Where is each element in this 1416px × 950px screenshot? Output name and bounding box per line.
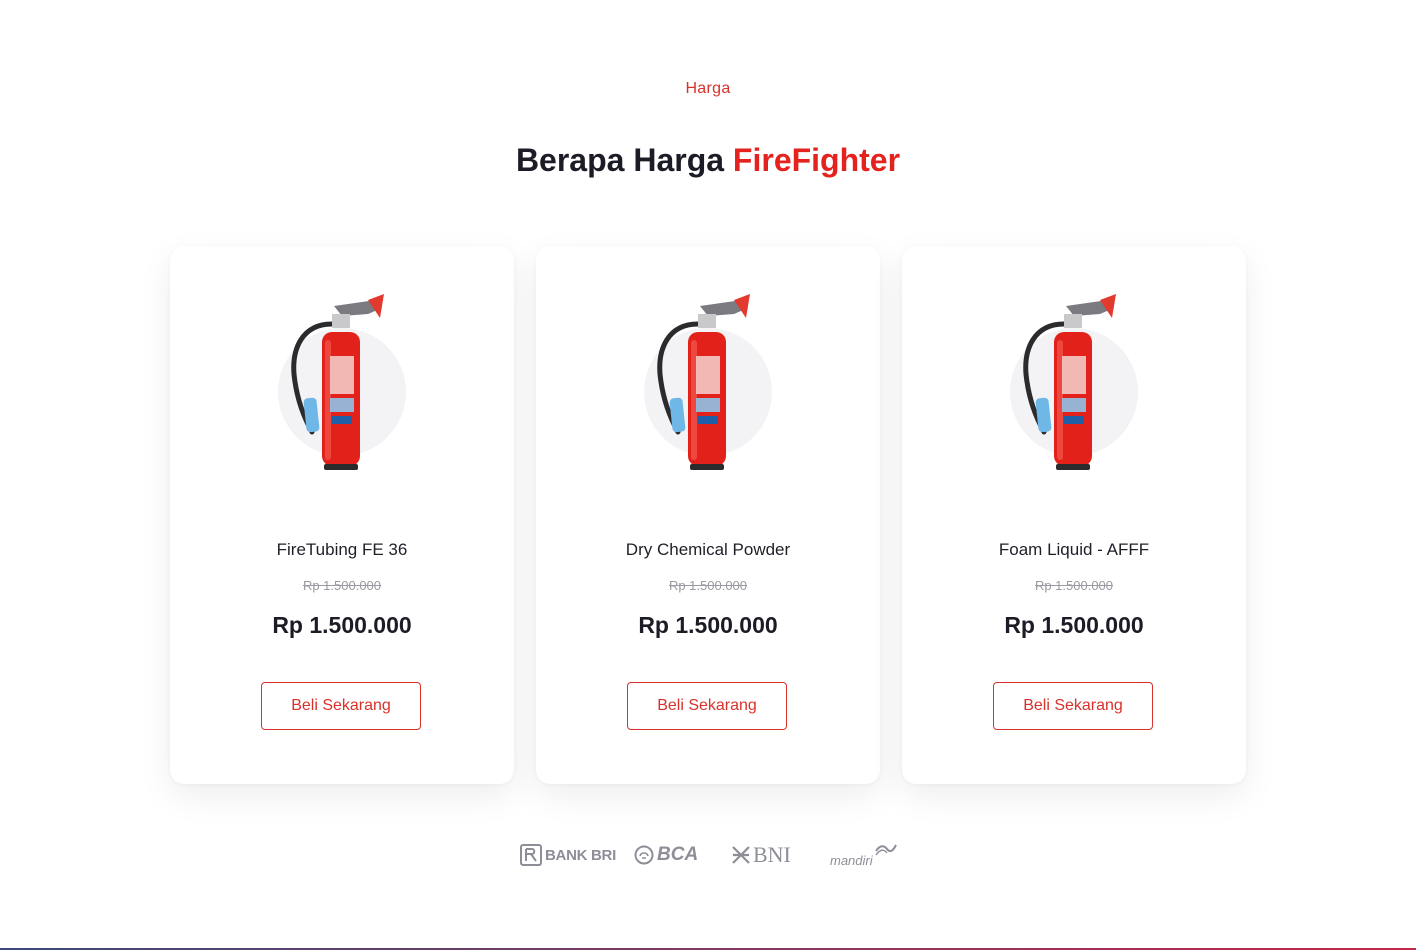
product-price: Rp 1.500.000 xyxy=(272,612,412,638)
product-cards: FireTubing FE 36 Rp 1.500.000 Rp 1.500.0… xyxy=(170,246,1246,784)
buy-now-button[interactable]: Beli Sekarang xyxy=(261,682,421,730)
section-title: Berapa Harga FireFighter xyxy=(0,142,1416,179)
bank-bca: BCA xyxy=(634,838,698,872)
bca-logo-icon xyxy=(634,845,654,865)
product-card: FireTubing FE 36 Rp 1.500.000 Rp 1.500.0… xyxy=(170,246,514,784)
buy-now-button[interactable]: Beli Sekarang xyxy=(627,682,787,730)
buy-now-button[interactable]: Beli Sekarang xyxy=(993,682,1153,730)
product-price: Rp 1.500.000 xyxy=(638,612,778,638)
bank-mandiri: mandiri xyxy=(830,838,897,872)
fire-extinguisher-icon xyxy=(1010,294,1138,470)
fire-extinguisher-icon xyxy=(644,294,772,470)
payment-methods: BANK BRI BCA BNI mandiri xyxy=(0,838,1416,872)
bank-mandiri-label: mandiri xyxy=(830,852,873,868)
section-eyebrow: Harga xyxy=(685,80,731,97)
product-old-price: Rp 1.500.000 xyxy=(668,578,748,593)
bri-logo-icon xyxy=(520,844,542,866)
product-card: Foam Liquid - AFFF Rp 1.500.000 Rp 1.500… xyxy=(902,246,1246,784)
product-name: FireTubing FE 36 xyxy=(276,540,408,559)
fire-extinguisher-icon xyxy=(278,294,406,470)
product-name: Foam Liquid - AFFF xyxy=(998,540,1150,559)
title-prefix: Berapa Harga xyxy=(515,142,733,178)
product-old-price: Rp 1.500.000 xyxy=(302,578,382,593)
title-accent: FireFighter xyxy=(732,142,901,178)
mandiri-logo-icon xyxy=(874,844,897,856)
bank-bni: BNI xyxy=(732,838,791,872)
bank-bca-label: BCA xyxy=(657,844,699,865)
product-card: Dry Chemical Powder Rp 1.500.000 Rp 1.50… xyxy=(536,246,880,784)
bni-logo-icon xyxy=(732,846,750,864)
product-old-price: Rp 1.500.000 xyxy=(1034,578,1114,593)
product-price: Rp 1.500.000 xyxy=(1004,612,1144,638)
bank-bri-label: BANK BRI xyxy=(545,846,616,864)
bank-bni-label: BNI xyxy=(753,842,791,867)
product-name: Dry Chemical Powder xyxy=(625,540,791,559)
bank-bri: BANK BRI xyxy=(520,838,616,872)
